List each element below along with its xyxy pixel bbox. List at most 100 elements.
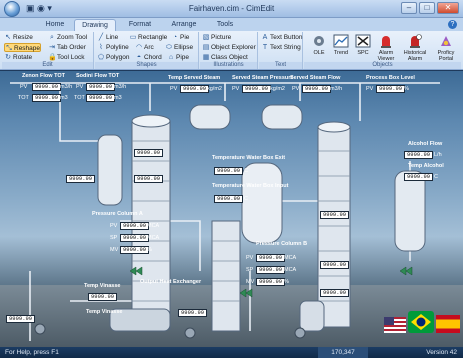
column-c-value-2[interactable]: 9999.99 (320, 261, 350, 269)
drawing-canvas[interactable]: Zenon Flow TOT PV 9999.99 m3/h TOT 9999.… (0, 71, 463, 347)
proficy-portal-button[interactable]: Proficy Portal (432, 33, 460, 62)
picture-button[interactable]: ▧ Picture (202, 33, 232, 42)
brazil-flag-icon[interactable] (408, 311, 434, 333)
pressure-a-sp-unit: MCA (147, 235, 160, 241)
process-box-level-pv-value[interactable]: 9999.99 (376, 85, 406, 93)
zenon-pv-unit: m3/h (60, 84, 73, 90)
class-object-icon: ▦ (202, 54, 210, 61)
alcohol-flow-value[interactable]: 9999.99 (404, 151, 434, 159)
reshape-button[interactable]: ⤡ Reshape (4, 43, 42, 52)
help-icon[interactable]: ? (448, 20, 457, 29)
sodini-pv-value[interactable]: 9999.99 (86, 83, 116, 91)
pressure-b-mv-value[interactable]: 9999.99 (256, 278, 286, 286)
maximize-button[interactable]: □ (419, 2, 435, 14)
process-box-level-title: Process Box Level (366, 75, 415, 81)
ribbon-tabs: Home Drawing Format Arrange Tools ? (0, 18, 463, 31)
bottom-far-left-value[interactable]: 9999.99 (6, 315, 36, 323)
tool-lock-button[interactable]: 🔒Tool Lock (48, 53, 84, 62)
temp-alcohol-value[interactable]: 9999.99 (404, 173, 434, 181)
pressure-a-mv-value[interactable]: 9999.99 (120, 246, 150, 254)
pie-button[interactable]: ◔ Pie (171, 33, 190, 42)
pressure-column-b-title: Pressure Column B (256, 241, 308, 247)
tab-home[interactable]: Home (38, 19, 72, 31)
text-group-label: Text (259, 62, 302, 69)
output-heat-exchanger-label: Output Heat Exchanger (140, 279, 202, 285)
temp-served-steam-pv-key: PV (170, 86, 178, 92)
water-box-inlet-label: Temperature Water Box Input (212, 183, 289, 189)
pressure-a-pv-value[interactable]: 9999.99 (120, 222, 150, 230)
sodini-tot-unit: m3 (114, 95, 122, 101)
tab-order-button[interactable]: ⇥ Tab Order (48, 43, 86, 52)
polygon-button[interactable]: ⬠ Polygon (97, 53, 130, 62)
objects-group: OLE Trend SPC Alarm Viewer Historical Al… (304, 32, 461, 69)
sodini-pv-unit: m3/h (114, 84, 127, 90)
pipe-button[interactable]: ⌂ Pipe (167, 53, 189, 62)
pressure-b-pv-unit: MCA (284, 255, 297, 261)
rotate-button[interactable]: ↻ Rotate (4, 53, 32, 62)
column-c-value-3[interactable]: 9999.99 (320, 289, 350, 297)
water-box-exit-value[interactable]: 9999.99 (214, 167, 244, 175)
served-steam-pressure-unit: kg/m2 (270, 86, 285, 92)
text-string-button[interactable]: T Text String (261, 43, 301, 52)
alarm-viewer-button[interactable]: Alarm Viewer (372, 33, 400, 62)
tab-arrange[interactable]: Arrange (162, 19, 206, 31)
sodini-pv-key: PV (76, 84, 84, 90)
zoom-tool-button[interactable]: ⌕ Zoom Tool (48, 33, 87, 42)
chord-button[interactable]: ◓ Chord (135, 53, 162, 62)
chord-icon: ◓ (136, 54, 142, 61)
zenon-pv-value[interactable]: 9999.99 (32, 83, 62, 91)
pressure-b-pv-value[interactable]: 9999.99 (256, 254, 286, 262)
bottom-left-value[interactable]: 9999.99 (88, 293, 118, 301)
tab-drawing[interactable]: Drawing (74, 19, 116, 31)
served-steam-flow-pv-value[interactable]: 9999.99 (302, 85, 332, 93)
polyline-button[interactable]: ⌇ Polyline (97, 43, 128, 52)
temp-alcohol-label: Temp Alcohol (408, 163, 444, 169)
text-string-icon: T (262, 44, 268, 51)
spain-flag-icon[interactable] (436, 315, 460, 333)
zenon-pv-key: PV (20, 84, 28, 90)
water-box-inlet-value[interactable]: 9999.99 (214, 195, 244, 203)
pressure-b-pv-key: PV (246, 255, 254, 261)
left-value-1[interactable]: 9999.99 (66, 175, 96, 183)
pressure-column-a-title: Pressure Column A (92, 211, 143, 217)
resize-button[interactable]: ↖ Resize (4, 33, 33, 42)
historical-alarm-viewer-button[interactable]: Historical Alarm Viewer (399, 33, 431, 68)
column-c-value-1[interactable]: 9999.99 (320, 211, 350, 219)
pressure-a-mv-unit: % (147, 247, 152, 253)
zenon-tot-value[interactable]: 9999.99 (32, 94, 62, 102)
close-button[interactable]: ✕ (437, 2, 459, 14)
pressure-b-sp-value[interactable]: 9999.99 (256, 266, 286, 274)
served-steam-pressure-pv-value[interactable]: 9999.99 (242, 85, 272, 93)
zenon-tot-key: TOT (18, 95, 29, 101)
text-button-button[interactable]: A Text Button (261, 33, 303, 42)
pressure-a-sp-key: SP (110, 235, 118, 241)
sodini-tot-value[interactable]: 9999.99 (86, 94, 116, 102)
temp-served-steam-pv-value[interactable]: 9999.99 (180, 85, 210, 93)
tab-format[interactable]: Format (120, 19, 160, 31)
pressure-a-pv-unit: MCA (147, 223, 160, 229)
class-object-button[interactable]: ▦ Class Object (202, 53, 248, 62)
served-steam-flow-title: Served Steam Flow (290, 75, 341, 81)
line-button[interactable]: ╱ Line (97, 33, 118, 42)
alarm-viewer-icon (381, 36, 391, 48)
object-explorer-button[interactable]: ▤ Object Explorer (202, 43, 256, 52)
tab-tools[interactable]: Tools (208, 19, 242, 31)
pressure-b-sp-unit: MCA (284, 267, 297, 273)
served-steam-flow-pv-key: PV (292, 86, 300, 92)
zenon-flow-title: Zenon Flow TOT (22, 73, 65, 79)
water-box-exit-unit: C (244, 168, 248, 174)
minimize-button[interactable]: – (401, 2, 417, 14)
ellipse-button[interactable]: ⬭ Ellipse (165, 43, 193, 52)
column-a-value-1[interactable]: 9999.99 (134, 149, 164, 157)
usa-flag-icon[interactable] (384, 317, 406, 333)
picture-icon: ▧ (202, 34, 210, 41)
process-box-level-unit: % (404, 86, 409, 92)
column-a-value-2[interactable]: 9999.99 (134, 175, 164, 183)
rectangle-button[interactable]: ▭ Rectangle (129, 33, 168, 42)
pressure-a-sp-value[interactable]: 9999.99 (120, 234, 150, 242)
bottom-center-value[interactable]: 9999.99 (178, 309, 208, 317)
water-box-inlet-unit: C (244, 196, 248, 202)
arc-button[interactable]: ◠ Arc (135, 43, 154, 52)
temp-alcohol-unit: C (434, 174, 438, 180)
historical-alarm-icon (410, 34, 422, 48)
